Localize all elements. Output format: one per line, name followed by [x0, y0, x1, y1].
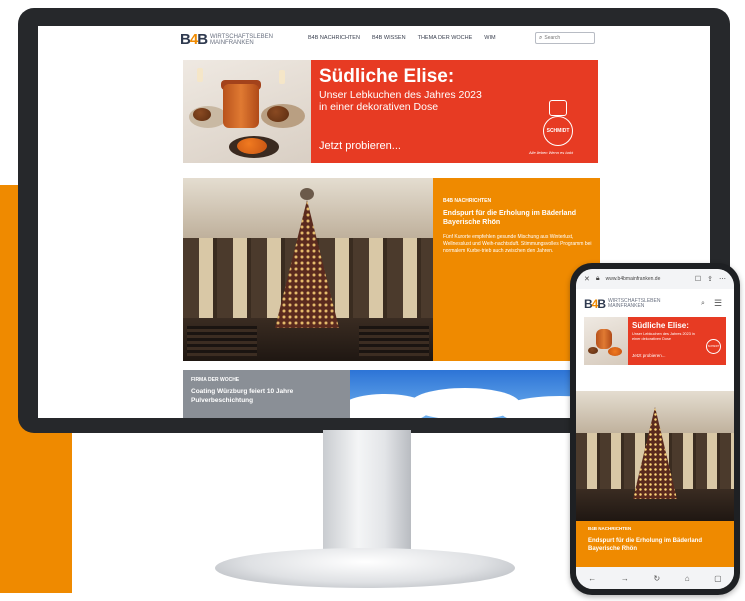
search-box[interactable]: ⌕	[535, 32, 595, 44]
phone-header: B4B Wirtschaftsleben Mainfranken ⌕ ☰	[576, 291, 734, 315]
hero-article[interactable]: B4B NACHRICHTEN Endspurt für die Erholun…	[183, 178, 600, 361]
phone-url-bar[interactable]: ✕ 🔒︎ www.b4bmainfranken.de ☐ ⇪ ⋯	[576, 269, 734, 289]
lebkuchen-shape	[588, 347, 598, 354]
phone-site-logo[interactable]: B4B Wirtschaftsleben Mainfranken	[584, 297, 660, 311]
lebkuchen-ad-banner[interactable]: Südliche Elise: Unser Lebkuchen des Jahr…	[183, 60, 598, 163]
hero-title[interactable]: Endspurt für die Erholung im Bäderland B…	[588, 537, 728, 553]
lebkuchen-shape	[267, 106, 289, 122]
brand-seal: SCHMIDT	[706, 339, 721, 354]
ad-product-photo	[183, 60, 311, 163]
search-input[interactable]	[544, 35, 590, 41]
nav-item-thema-der-woche[interactable]: THEMA DER WOCHE	[418, 35, 473, 41]
lebkuchen-shape	[608, 347, 622, 356]
ad-subtitle: Unser Lebkuchen des Jahres 2023 in einer…	[632, 332, 695, 341]
phone-url-text[interactable]: www.b4bmainfranken.de	[606, 276, 689, 282]
tin-shape	[223, 84, 259, 128]
smartphone: ✕ 🔒︎ www.b4bmainfranken.de ☐ ⇪ ⋯ B4B Wir…	[570, 263, 740, 595]
tin-shape	[596, 329, 612, 349]
search-icon: ⌕	[539, 34, 543, 41]
logo-mark: B4B	[584, 297, 606, 311]
hero-image-christmas-hall	[183, 178, 433, 361]
nav-item-wim[interactable]: WIM	[484, 35, 495, 41]
ad-cta-link[interactable]: Jetzt probieren...	[319, 140, 401, 152]
close-icon[interactable]: ✕	[584, 275, 590, 283]
ad-cta-link[interactable]: Jetzt probieren...	[632, 353, 666, 358]
nav-item-nachrichten[interactable]: B4B NACHRICHTEN	[308, 35, 360, 41]
site-logo[interactable]: B4B Wirtschaftsleben Mainfranken	[180, 31, 273, 48]
hamburger-menu-icon[interactable]: ☰	[714, 298, 722, 309]
candle-shape	[279, 70, 285, 84]
ad-slogan: Alle lieben Wenn es bakt	[529, 150, 573, 155]
ad-title: Südliche Elise:	[319, 66, 455, 87]
hero-title[interactable]: Endspurt für die Erholung im Bäderland B…	[443, 209, 593, 227]
more-icon[interactable]: ⋯	[719, 275, 726, 283]
logo-wordmark: Wirtschaftsleben Mainfranken	[608, 298, 661, 309]
phone-hero-panel[interactable]: B4B NACHRICHTEN Endspurt für die Erholun…	[576, 521, 734, 567]
back-icon[interactable]: ←	[588, 574, 596, 583]
search-icon[interactable]: ⌕	[701, 300, 705, 308]
logo-wordmark: Wirtschaftsleben Mainfranken	[210, 33, 273, 46]
phone-ad-banner[interactable]: Südliche Elise: Unser Lebkuchen des Jahr…	[584, 317, 726, 365]
hero-kicker: B4B NACHRICHTEN	[443, 198, 492, 204]
share-icon[interactable]: ⇪	[707, 275, 713, 283]
main-nav: B4B NACHRICHTEN B4B WISSEN THEMA DER WOC…	[308, 35, 496, 41]
pew-shape	[359, 326, 429, 356]
nav-item-wissen[interactable]: B4B WISSEN	[372, 35, 406, 41]
hero-kicker: B4B NACHRICHTEN	[588, 526, 632, 531]
brand-seal: SCHMIDT	[543, 116, 573, 146]
candle-shape	[197, 68, 203, 82]
sky-image-card[interactable]	[350, 370, 600, 418]
lock-icon: 🔒︎	[595, 275, 600, 282]
firma-kicker: FIRMA DER WOCHE	[191, 377, 240, 383]
lebkuchen-shape	[193, 108, 211, 121]
monitor-stand-neck	[323, 430, 411, 555]
ad-subtitle: Unser Lebkuchen des Jahres 2023 in einer…	[319, 89, 482, 114]
firma-der-woche-card[interactable]: FIRMA DER WOCHE Coating Würzburg feiert …	[183, 370, 350, 418]
phone-browser-toolbar: ← → ↻ ⌂ ▢	[576, 567, 734, 589]
logo-mark: B4B	[180, 31, 208, 48]
pew-shape	[187, 326, 257, 356]
firma-title[interactable]: Coating Würzburg feiert 10 Jahre Pulverb…	[191, 388, 341, 406]
tabs-icon[interactable]: ▢	[714, 574, 722, 583]
chandelier-shape	[300, 188, 314, 200]
forward-icon[interactable]: →	[621, 574, 629, 583]
phone-hero-image[interactable]	[576, 391, 734, 521]
lebkuchen-shape	[237, 138, 267, 154]
ad-title: Südliche Elise:	[632, 321, 689, 330]
monitor-stand-base	[215, 548, 515, 588]
gift-icon	[549, 100, 567, 116]
hero-teaser: Fünf Kurorte empfehlen gesunde Mischung …	[443, 234, 592, 254]
ad-product-photo	[584, 317, 628, 365]
phone-screen: ✕ 🔒︎ www.b4bmainfranken.de ☐ ⇪ ⋯ B4B Wir…	[576, 269, 734, 589]
bookmark-icon[interactable]: ☐	[695, 275, 701, 283]
desktop-header: B4B Wirtschaftsleben Mainfranken B4B NACH…	[38, 26, 710, 52]
home-icon[interactable]: ⌂	[685, 574, 690, 583]
reload-icon[interactable]: ↻	[653, 574, 660, 583]
